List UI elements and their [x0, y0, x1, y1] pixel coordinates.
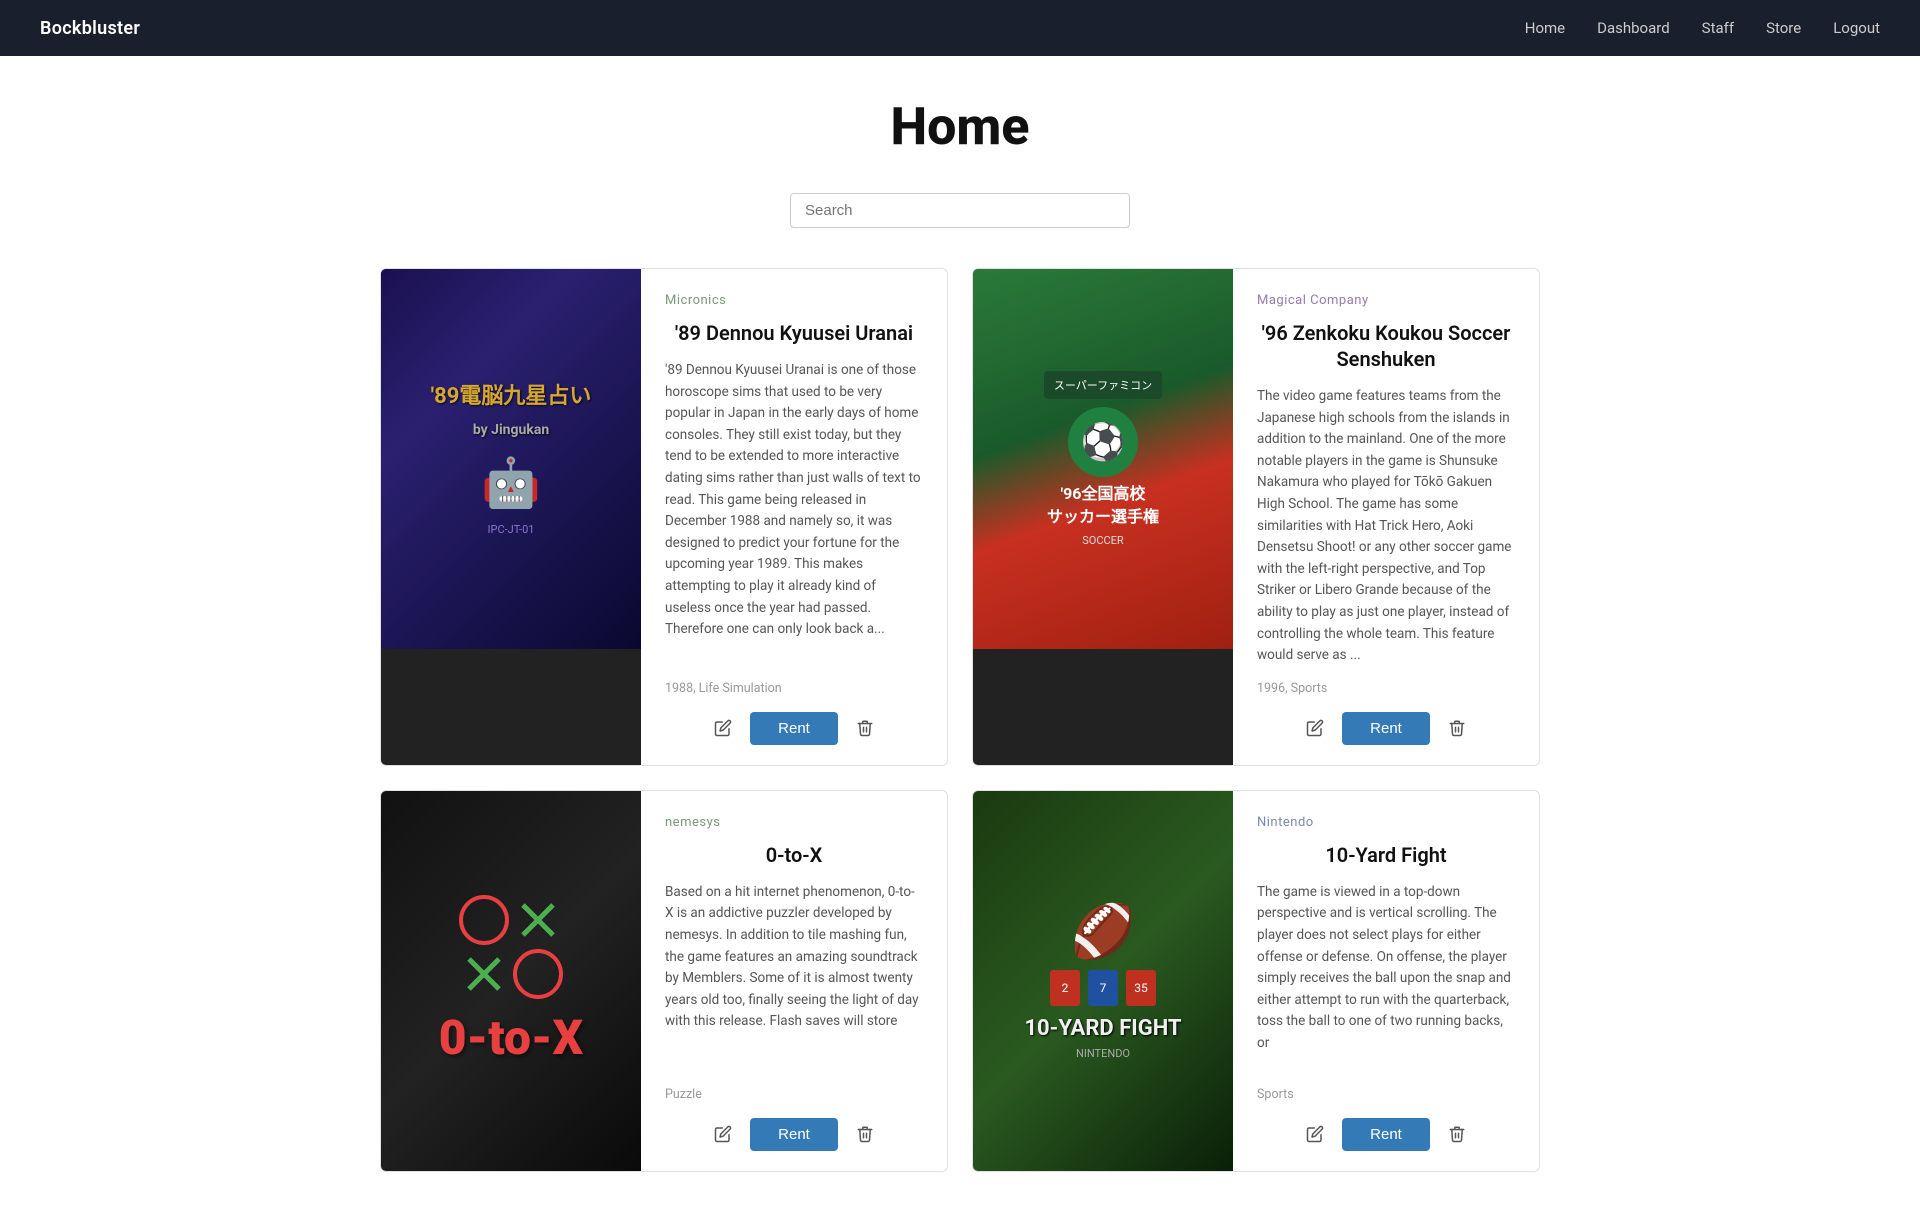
nav-logout[interactable]: Logout [1833, 19, 1880, 37]
game-description: The game is viewed in a top-down perspec… [1257, 882, 1515, 1073]
rent-button[interactable]: Rent [1342, 712, 1430, 745]
game-publisher: nemesys [665, 815, 923, 830]
game-actions: Rent [1257, 1118, 1515, 1151]
game-title: '96 Zenkoku Koukou Soccer Senshuken [1257, 320, 1515, 372]
game-description: The video game features teams from the J… [1257, 386, 1515, 667]
game-cover-0-to-x: 0-to-X [381, 791, 641, 1171]
game-cover-89-dennou: '89電脳九星占いby Jingukan 🤖 IPC-JT-01 [381, 269, 641, 765]
games-grid: '89電脳九星占いby Jingukan 🤖 IPC-JT-01 Microni… [380, 268, 1540, 1172]
nav-staff[interactable]: Staff [1702, 19, 1734, 37]
rent-button[interactable]: Rent [750, 712, 838, 745]
edit-button[interactable] [708, 715, 738, 741]
delete-button[interactable] [1442, 1121, 1472, 1147]
game-title: 0-to-X [665, 842, 923, 868]
game-publisher: Micronics [665, 293, 923, 308]
search-input[interactable] [790, 193, 1130, 228]
game-title: '89 Dennou Kyuusei Uranai [665, 320, 923, 346]
game-card-96-zenkoku: スーパーファミコン ⚽ '96全国高校サッカー選手権 SOCCER Magica… [972, 268, 1540, 766]
nav-home[interactable]: Home [1525, 19, 1565, 37]
game-info-0-to-x: nemesys 0-to-X Based on a hit internet p… [641, 791, 947, 1171]
rent-button[interactable]: Rent [750, 1118, 838, 1151]
game-publisher: Magical Company [1257, 293, 1515, 308]
page-content: Home '89電脳九星占いby Jingukan 🤖 IPC-JT-01 Mi… [360, 56, 1560, 1212]
game-actions: Rent [1257, 712, 1515, 745]
game-title: 10-Yard Fight [1257, 842, 1515, 868]
nav-store[interactable]: Store [1766, 19, 1801, 37]
game-card-10-yard-fight: 🏈 2 7 35 10-YARD FIGHT NINTENDO Nintendo… [972, 790, 1540, 1172]
game-info-96-zenkoku: Magical Company '96 Zenkoku Koukou Socce… [1233, 269, 1539, 765]
game-description: Based on a hit internet phenomenon, 0-to… [665, 882, 923, 1073]
nav-links: Home Dashboard Staff Store Logout [1525, 19, 1880, 37]
edit-button[interactable] [708, 1121, 738, 1147]
delete-button[interactable] [850, 1121, 880, 1147]
page-title: Home [380, 96, 1540, 157]
game-publisher: Nintendo [1257, 815, 1515, 830]
game-description: '89 Dennou Kyuusei Uranai is one of thos… [665, 360, 923, 667]
nav-dashboard[interactable]: Dashboard [1597, 19, 1670, 37]
game-info-89-dennou: Micronics '89 Dennou Kyuusei Uranai '89 … [641, 269, 947, 765]
rent-button[interactable]: Rent [1342, 1118, 1430, 1151]
delete-button[interactable] [850, 715, 880, 741]
game-actions: Rent [665, 712, 923, 745]
game-info-10-yard-fight: Nintendo 10-Yard Fight The game is viewe… [1233, 791, 1539, 1171]
game-cover-96-zenkoku: スーパーファミコン ⚽ '96全国高校サッカー選手権 SOCCER [973, 269, 1233, 765]
search-container [380, 193, 1540, 228]
delete-button[interactable] [1442, 715, 1472, 741]
game-card-89-dennou: '89電脳九星占いby Jingukan 🤖 IPC-JT-01 Microni… [380, 268, 948, 766]
game-meta: Sports [1257, 1087, 1515, 1102]
navbar: Bockbluster Home Dashboard Staff Store L… [0, 0, 1920, 56]
edit-button[interactable] [1300, 715, 1330, 741]
cover-jp-text: '89電脳九星占いby Jingukan [431, 382, 592, 444]
game-meta: 1996, Sports [1257, 681, 1515, 696]
game-actions: Rent [665, 1118, 923, 1151]
brand-logo: Bockbluster [40, 18, 140, 39]
game-meta: 1988, Life Simulation [665, 681, 923, 696]
game-card-0-to-x: 0-to-X nemesys 0-to-X Based on a hit int… [380, 790, 948, 1172]
game-cover-10-yard-fight: 🏈 2 7 35 10-YARD FIGHT NINTENDO [973, 791, 1233, 1171]
game-meta: Puzzle [665, 1087, 923, 1102]
edit-button[interactable] [1300, 1121, 1330, 1147]
